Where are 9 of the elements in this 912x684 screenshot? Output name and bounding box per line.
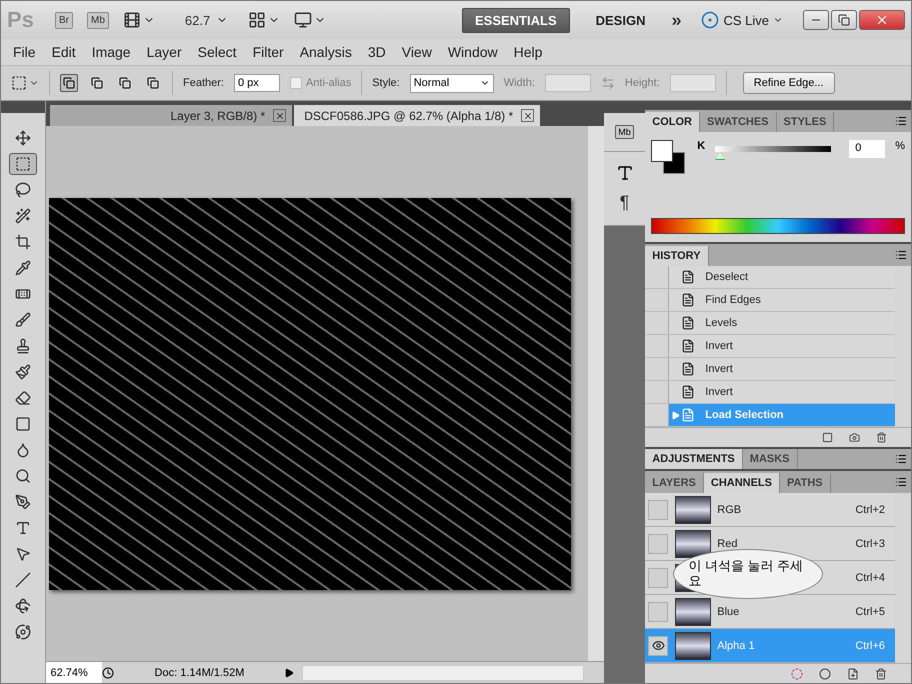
height-label: Height: (624, 77, 660, 89)
width-label: Width: (504, 77, 535, 89)
unit-label: % (895, 140, 905, 154)
style-label: Style: (372, 77, 400, 89)
channel-label: K (697, 140, 706, 154)
anti-alias-label: Anti-alias (306, 77, 352, 89)
app-logo: Ps (7, 7, 35, 33)
document-size: Doc: 1.14M/1.52M (154, 666, 246, 678)
feather-label: Feather: (183, 77, 224, 89)
